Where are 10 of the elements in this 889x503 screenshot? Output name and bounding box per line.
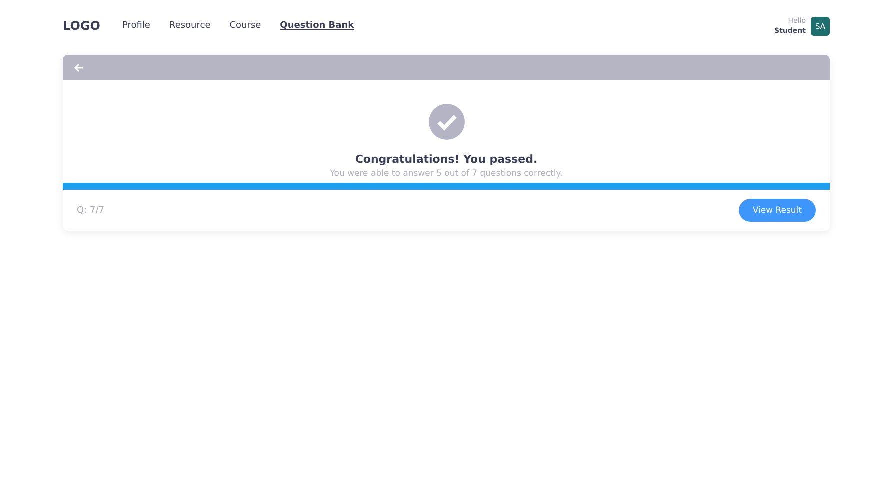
logo[interactable]: LOGO — [63, 19, 100, 33]
nav-link[interactable]: Question Bank — [280, 21, 354, 31]
nav-link[interactable]: Resource — [169, 21, 211, 31]
back-arrow-icon[interactable] — [74, 62, 84, 72]
question-counter: Q: 7/7 — [77, 206, 104, 216]
nav-link[interactable]: Course — [230, 21, 262, 31]
check-circle-icon — [428, 104, 464, 140]
result-message: You were able to answer 5 out of 7 questions correctly. — [330, 169, 563, 179]
nav-link[interactable]: Profile — [122, 21, 150, 31]
result-title: Congratulations! You passed. — [355, 153, 538, 166]
